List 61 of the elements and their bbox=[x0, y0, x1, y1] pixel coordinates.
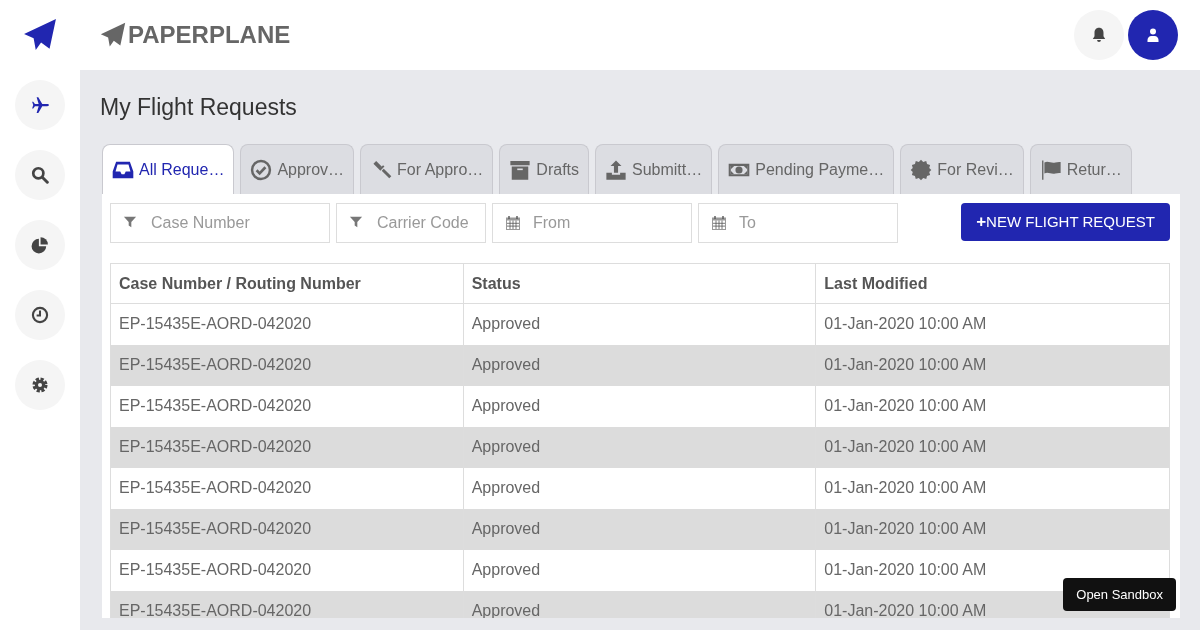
table-cell: Approved bbox=[463, 426, 816, 468]
column-header: Status bbox=[463, 263, 816, 304]
archive-box-icon bbox=[509, 158, 532, 181]
table-cell: EP-15435E-AORD-042020 bbox=[110, 549, 464, 591]
table-cell: 01-Jan-2020 10:00 AM bbox=[815, 426, 1170, 468]
column-header: Case Number / Routing Number bbox=[110, 263, 464, 304]
tab[interactable]: Retur… bbox=[1029, 144, 1132, 194]
table-cell: Approved bbox=[463, 385, 816, 427]
tab[interactable]: For Appro… bbox=[360, 144, 494, 194]
reports-nav-button[interactable] bbox=[15, 220, 65, 270]
table-cell: 01-Jan-2020 10:00 AM bbox=[815, 303, 1170, 345]
tab[interactable]: Pending Payme… bbox=[718, 144, 895, 194]
table-cell: 01-Jan-2020 10:00 AM bbox=[815, 467, 1170, 509]
upload-icon bbox=[605, 158, 627, 181]
date-field[interactable]: From bbox=[492, 203, 692, 243]
user-icon bbox=[1145, 27, 1161, 43]
table-cell: EP-15435E-AORD-042020 bbox=[110, 344, 464, 386]
table-cell: EP-15435E-AORD-042020 bbox=[110, 426, 464, 468]
user-avatar-button[interactable] bbox=[1128, 10, 1178, 60]
page-title: My Flight Requests bbox=[100, 93, 298, 122]
settings-icon bbox=[31, 376, 49, 394]
paper-plane-icon bbox=[100, 22, 126, 48]
clock-icon bbox=[31, 306, 49, 324]
tab[interactable]: Approv… bbox=[240, 144, 355, 194]
table-cell: Approved bbox=[463, 303, 816, 345]
notifications-button[interactable] bbox=[1074, 10, 1124, 60]
table-cell: EP-15435E-AORD-042020 bbox=[110, 303, 464, 345]
table-cell: EP-15435E-AORD-042020 bbox=[110, 467, 464, 509]
date-field[interactable]: To bbox=[698, 203, 898, 243]
table-cell: Approved bbox=[463, 467, 816, 509]
table-cell: 01-Jan-2020 10:00 AM bbox=[815, 508, 1170, 550]
settings-nav-button[interactable] bbox=[15, 360, 65, 410]
brand-name: PAPERPLANE bbox=[128, 20, 291, 50]
table-cell: EP-15435E-AORD-042020 bbox=[110, 590, 464, 618]
tab[interactable]: For Revi… bbox=[900, 144, 1024, 194]
paper-plane-logo-icon bbox=[23, 18, 57, 52]
table-cell: Approved bbox=[463, 508, 816, 550]
open-sandbox-button[interactable]: Open Sandbox bbox=[1063, 577, 1176, 611]
search-nav-button[interactable] bbox=[15, 150, 65, 200]
tab[interactable]: Drafts bbox=[499, 144, 589, 194]
new-flight-request-button[interactable]: +NEW FLIGHT REQUEST bbox=[961, 203, 1170, 241]
tab[interactable]: All Reque… bbox=[102, 144, 235, 194]
flag-icon bbox=[1039, 158, 1062, 181]
history-nav-button[interactable] bbox=[15, 290, 65, 340]
seal-icon bbox=[910, 158, 933, 181]
column-header: Last Modified bbox=[815, 263, 1170, 304]
flights-nav-button[interactable] bbox=[15, 80, 65, 130]
check-circle-icon bbox=[250, 158, 273, 181]
table-cell: EP-15435E-AORD-042020 bbox=[110, 385, 464, 427]
search-icon bbox=[31, 166, 49, 184]
bell-icon bbox=[1090, 26, 1108, 44]
table-cell: EP-15435E-AORD-042020 bbox=[110, 508, 464, 550]
table-cell: 01-Jan-2020 10:00 AM bbox=[815, 385, 1170, 427]
table-cell: 01-Jan-2020 10:00 AM bbox=[815, 344, 1170, 386]
table-cell: Approved bbox=[463, 549, 816, 591]
airplane-icon bbox=[31, 96, 49, 114]
tab[interactable]: Submitt… bbox=[595, 144, 713, 194]
table-cell: Approved bbox=[463, 344, 816, 386]
filter-field[interactable]: Case Number bbox=[110, 203, 330, 243]
pie-chart-icon bbox=[31, 236, 49, 254]
filter-field[interactable]: Carrier Code bbox=[336, 203, 486, 243]
